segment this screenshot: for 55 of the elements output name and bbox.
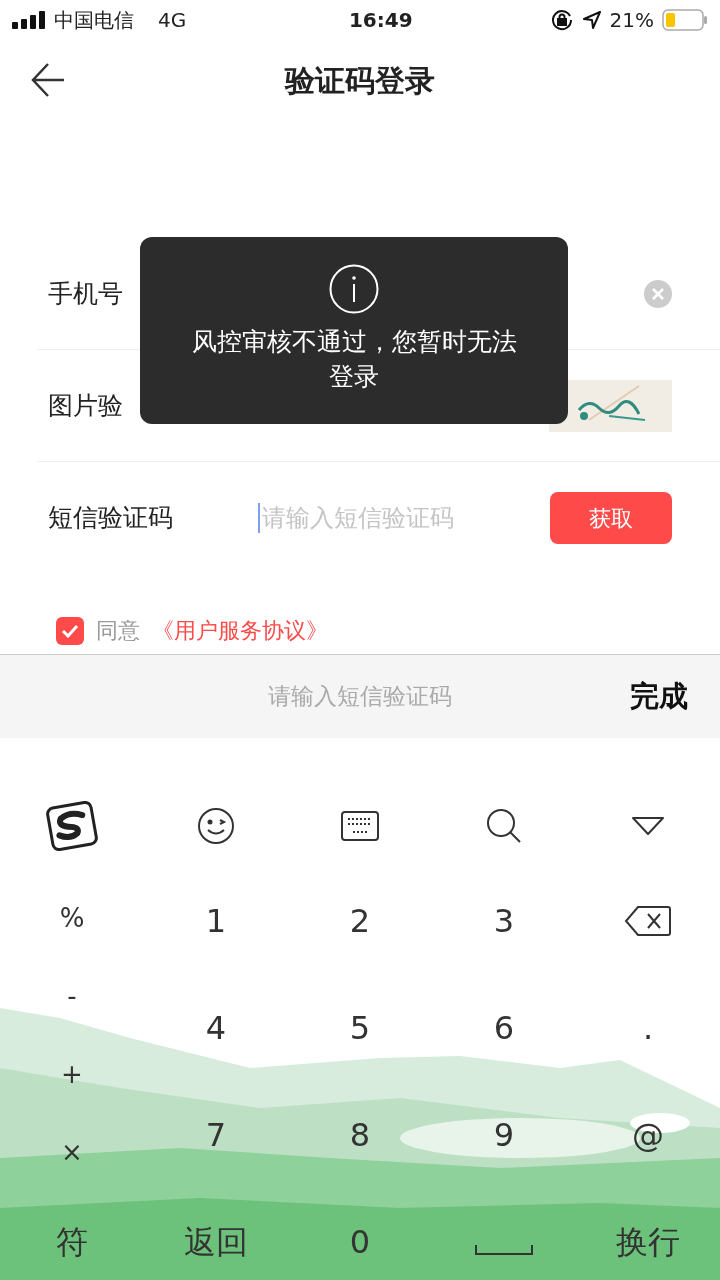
network-type: 4G bbox=[158, 7, 187, 34]
battery-icon bbox=[662, 9, 708, 31]
digit-key[interactable]: 5 bbox=[349, 1004, 371, 1052]
symbol-key[interactable]: % bbox=[59, 898, 85, 938]
keyboard-button[interactable] bbox=[341, 811, 379, 841]
done-button[interactable]: 完成 bbox=[630, 674, 688, 719]
backspace-icon bbox=[624, 905, 672, 937]
keyboard-key[interactable]: @ bbox=[632, 1111, 664, 1159]
close-icon bbox=[652, 287, 664, 300]
digit-key[interactable]: 8 bbox=[349, 1111, 371, 1159]
keyboard-icon bbox=[341, 811, 379, 841]
back-arrow-icon bbox=[30, 62, 66, 98]
carrier-name: 中国电信 bbox=[54, 7, 134, 34]
info-icon bbox=[329, 264, 379, 314]
digit-key[interactable]: 6 bbox=[493, 1004, 515, 1052]
agree-checkbox[interactable] bbox=[56, 616, 84, 645]
hide-keyboard-button[interactable] bbox=[631, 816, 665, 836]
field-label: 短信验证码 bbox=[48, 502, 174, 535]
digit-key[interactable]: 7 bbox=[205, 1111, 227, 1159]
toolbar-placeholder: 请输入短信验证码 bbox=[268, 682, 452, 712]
keyboard-key[interactable]: 符 bbox=[56, 1218, 88, 1266]
text-cursor bbox=[258, 503, 260, 533]
digit-key[interactable]: 2 bbox=[349, 897, 371, 945]
keyboard-key[interactable]: . bbox=[642, 1004, 654, 1052]
clock-time: 16:49 bbox=[348, 7, 413, 34]
symbol-key[interactable]: - bbox=[67, 976, 77, 1016]
battery-percent: 21% bbox=[609, 7, 654, 34]
check-icon bbox=[61, 623, 79, 638]
s-logo-icon bbox=[46, 801, 98, 851]
keyboard-key[interactable]: 换行 bbox=[616, 1218, 680, 1266]
input-method-logo-button[interactable] bbox=[46, 801, 98, 851]
digit-key[interactable]: 4 bbox=[205, 1004, 227, 1052]
digit-key[interactable]: 9 bbox=[493, 1111, 515, 1159]
winking-face-icon bbox=[197, 807, 235, 845]
location-icon bbox=[581, 10, 602, 30]
rotation-lock-icon bbox=[549, 8, 574, 32]
agreement-text: 同意 bbox=[96, 617, 140, 645]
space-icon bbox=[475, 1245, 533, 1255]
emoji-button[interactable] bbox=[197, 807, 235, 845]
keyboard-key[interactable]: 0 bbox=[349, 1218, 371, 1266]
page-title: 验证码登录 bbox=[285, 61, 435, 100]
symbol-key[interactable]: + bbox=[61, 1054, 83, 1094]
triangle-down-icon bbox=[631, 816, 665, 836]
keyboard-key[interactable]: 返回 bbox=[184, 1218, 248, 1266]
search-button[interactable] bbox=[486, 808, 522, 844]
field-placeholder: 请输入短信验证码 bbox=[262, 503, 454, 534]
backspace-key[interactable] bbox=[624, 905, 672, 937]
symbol-key[interactable]: × bbox=[61, 1132, 83, 1172]
field-label: 手机号 bbox=[48, 277, 124, 310]
signal-icon bbox=[12, 11, 46, 29]
search-icon bbox=[486, 808, 522, 844]
toast-text: 风控审核不通过，您暂时无法登录 bbox=[190, 326, 518, 393]
field-label: 图片验 bbox=[48, 389, 124, 422]
digit-key[interactable]: 1 bbox=[205, 897, 227, 945]
digit-key[interactable]: 3 bbox=[493, 897, 515, 945]
